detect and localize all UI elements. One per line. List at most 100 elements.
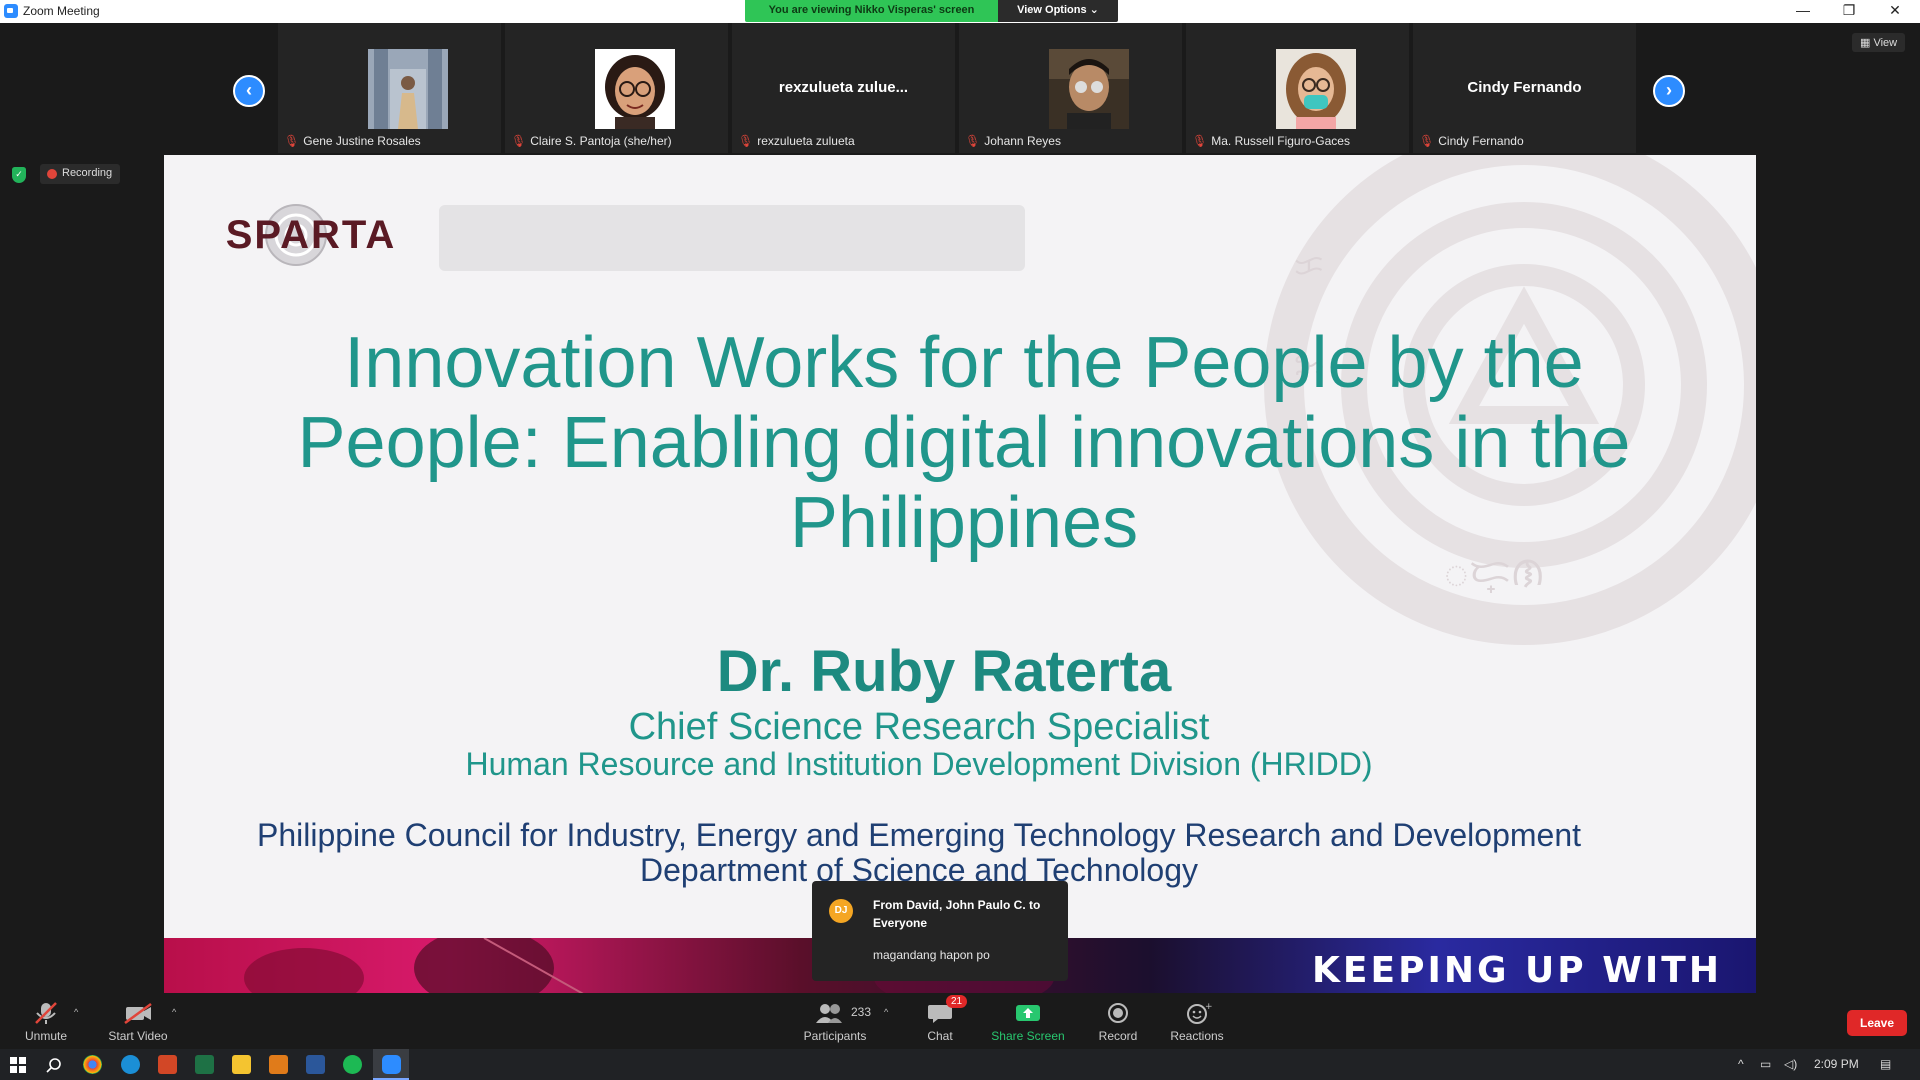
chat-label: Chat xyxy=(927,1029,953,1043)
chrome-icon[interactable] xyxy=(83,1055,102,1074)
taskbar-clock[interactable]: 2:09 PM xyxy=(1814,1057,1859,1071)
view-label: View xyxy=(1873,37,1898,49)
participant-name-caption: 🎙 Johann Reyes xyxy=(965,134,1061,148)
minimize-button[interactable]: — xyxy=(1780,0,1826,22)
notifications-icon[interactable]: ▤ xyxy=(1880,1057,1891,1071)
zoom-app-icon xyxy=(4,4,18,18)
participant-name: Claire S. Pantoja (she/her) xyxy=(530,134,672,148)
participant-tile[interactable]: 🎙 Johann Reyes xyxy=(959,23,1182,153)
recording-label: Recording xyxy=(62,167,113,179)
participant-avatar-thumbnail xyxy=(1276,49,1356,129)
banner-text: KEEPING UP WITH xyxy=(1311,950,1722,991)
mic-muted-icon: 🎙 xyxy=(1192,134,1208,148)
app-shortcut-icon[interactable] xyxy=(269,1055,288,1074)
shared-screen-slide: ᜀᜇ᜔ᜈ ᜃ ᜅ SPARTA Innovation Works for the… xyxy=(164,155,1756,997)
meeting-toolbar: Unmute ^ Start Video ^ Participants 233 … xyxy=(0,993,1920,1049)
participant-tile[interactable]: 🎙 Claire S. Pantoja (she/her) xyxy=(505,23,728,153)
participant-tile[interactable]: 🎙 Ma. Russell Figuro-Gaces xyxy=(1186,23,1409,153)
search-icon[interactable] xyxy=(46,1057,62,1073)
participant-tile[interactable]: rexzulueta zulue... 🎙 rexzulueta zulueta xyxy=(732,23,955,153)
participant-tile[interactable]: Cindy Fernando 🎙 Cindy Fernando xyxy=(1413,23,1636,153)
network-icon[interactable]: ▭ xyxy=(1760,1057,1771,1071)
windows-start-icon[interactable] xyxy=(10,1057,26,1073)
word-icon[interactable] xyxy=(306,1055,325,1074)
minimize-icon: — xyxy=(1796,2,1810,18)
volume-icon[interactable]: ◁) xyxy=(1784,1057,1797,1071)
close-window-button[interactable]: ✕ xyxy=(1872,0,1918,22)
file-explorer-icon[interactable] xyxy=(232,1055,251,1074)
participant-name-caption: 🎙 Gene Justine Rosales xyxy=(284,134,421,148)
zoom-icon xyxy=(382,1055,401,1074)
video-off-icon xyxy=(124,1002,152,1025)
participants-label: Participants xyxy=(803,1029,867,1043)
view-layout-button[interactable]: ▦ View xyxy=(1852,33,1906,52)
reactions-button[interactable]: + Reactions xyxy=(1157,1001,1237,1043)
grid-icon: ▦ xyxy=(1860,37,1871,49)
agency-line: Philippine Council for Industry, Energy … xyxy=(256,817,1581,853)
participants-count: 233 xyxy=(851,1005,872,1019)
zoom-taskbar-button[interactable] xyxy=(373,1049,409,1080)
participant-name: Gene Justine Rosales xyxy=(303,134,421,148)
start-video-label: Start Video xyxy=(108,1029,168,1043)
mic-muted-icon: 🎙 xyxy=(511,134,527,148)
mic-muted-icon: 🎙 xyxy=(284,134,300,148)
start-video-button[interactable]: Start Video xyxy=(98,1001,178,1043)
participant-tile[interactable]: 🎙 Gene Justine Rosales xyxy=(278,23,501,153)
share-screen-icon xyxy=(1016,1005,1040,1021)
participant-avatar-thumbnail xyxy=(595,49,675,129)
slide-header-bar xyxy=(439,205,1025,271)
window-title: Zoom Meeting xyxy=(23,4,100,18)
participant-name-placeholder: rexzulueta zulue... xyxy=(778,79,909,96)
participant-name-placeholder: Cindy Fernando xyxy=(1467,79,1582,96)
participant-name-caption: 🎙 Ma. Russell Figuro-Gaces xyxy=(1192,134,1350,148)
chevron-left-icon: ‹ xyxy=(246,80,252,100)
windows-taskbar: ^ ▭ ◁) 2:09 PM ▤ xyxy=(0,1049,1920,1080)
gallery-next-button[interactable]: › xyxy=(1653,75,1685,107)
restore-button[interactable]: ❐ xyxy=(1826,0,1872,22)
powerpoint-icon[interactable] xyxy=(158,1055,177,1074)
recording-indicator[interactable]: Recording xyxy=(40,164,121,184)
chat-icon xyxy=(928,1005,952,1023)
restore-icon: ❐ xyxy=(1842,2,1856,18)
record-icon xyxy=(1108,1003,1128,1023)
speaker-name: Dr. Ruby Raterta xyxy=(716,639,1172,704)
participant-video-thumbnail xyxy=(368,49,448,129)
video-options-caret-icon[interactable]: ^ xyxy=(172,1007,176,1017)
edge-icon[interactable] xyxy=(121,1055,140,1074)
participants-options-caret-icon[interactable]: ^ xyxy=(884,1007,888,1017)
svg-text:ᜃ: ᜃ xyxy=(1294,248,1324,283)
reactions-smiley-icon: + xyxy=(1187,1002,1213,1024)
view-options-button[interactable]: View Options ⌄ xyxy=(998,0,1118,22)
participant-video-thumbnail xyxy=(1049,49,1129,129)
chat-notification-popup[interactable]: DJ From David, John Paulo C. to Everyone… xyxy=(812,881,1068,981)
leave-button[interactable]: Leave xyxy=(1847,1010,1907,1036)
excel-icon[interactable] xyxy=(195,1055,214,1074)
tray-chevron-up-icon[interactable]: ^ xyxy=(1738,1057,1744,1071)
share-screen-button[interactable]: Share Screen xyxy=(988,1001,1068,1043)
window-titlebar: Zoom Meeting You are viewing Nikko Vispe… xyxy=(0,0,1920,23)
mic-muted-icon: 🎙 xyxy=(1419,134,1435,148)
chat-sender-line: From David, John Paulo C. to Everyone xyxy=(873,898,1041,930)
mic-muted-icon: 🎙 xyxy=(738,134,754,148)
reactions-label: Reactions xyxy=(1170,1029,1224,1043)
sparta-logo: SPARTA xyxy=(226,204,397,266)
gallery-prev-button[interactable]: ‹ xyxy=(233,75,265,107)
speaker-role: Chief Science Research Specialist xyxy=(628,706,1210,748)
chat-button[interactable]: 21 Chat xyxy=(900,995,980,1043)
chevron-down-icon: ⌄ xyxy=(1089,4,1099,16)
participant-name: Cindy Fernando xyxy=(1438,134,1524,148)
slide-title: Innovation Works for the People by the P… xyxy=(297,323,1631,563)
security-shield-icon[interactable]: ✓ xyxy=(12,167,26,183)
mic-muted-icon: 🎙 xyxy=(965,134,981,148)
record-button[interactable]: Record xyxy=(1078,1001,1158,1043)
chevron-right-icon: › xyxy=(1666,80,1672,100)
audio-options-caret-icon[interactable]: ^ xyxy=(74,1007,78,1017)
record-label: Record xyxy=(1098,1029,1138,1043)
participant-name-caption: 🎙 rexzulueta zulueta xyxy=(738,134,855,148)
participant-gallery: 🎙 Gene Justine Rosales 🎙 Claire S. Pantoja… xyxy=(278,23,1638,153)
chat-sender-avatar: DJ xyxy=(829,899,853,923)
unmute-label: Unmute xyxy=(24,1029,68,1043)
participant-name: Johann Reyes xyxy=(984,134,1061,148)
spotify-icon[interactable] xyxy=(343,1055,362,1074)
sparta-logo-text: SPARTA xyxy=(226,213,397,257)
